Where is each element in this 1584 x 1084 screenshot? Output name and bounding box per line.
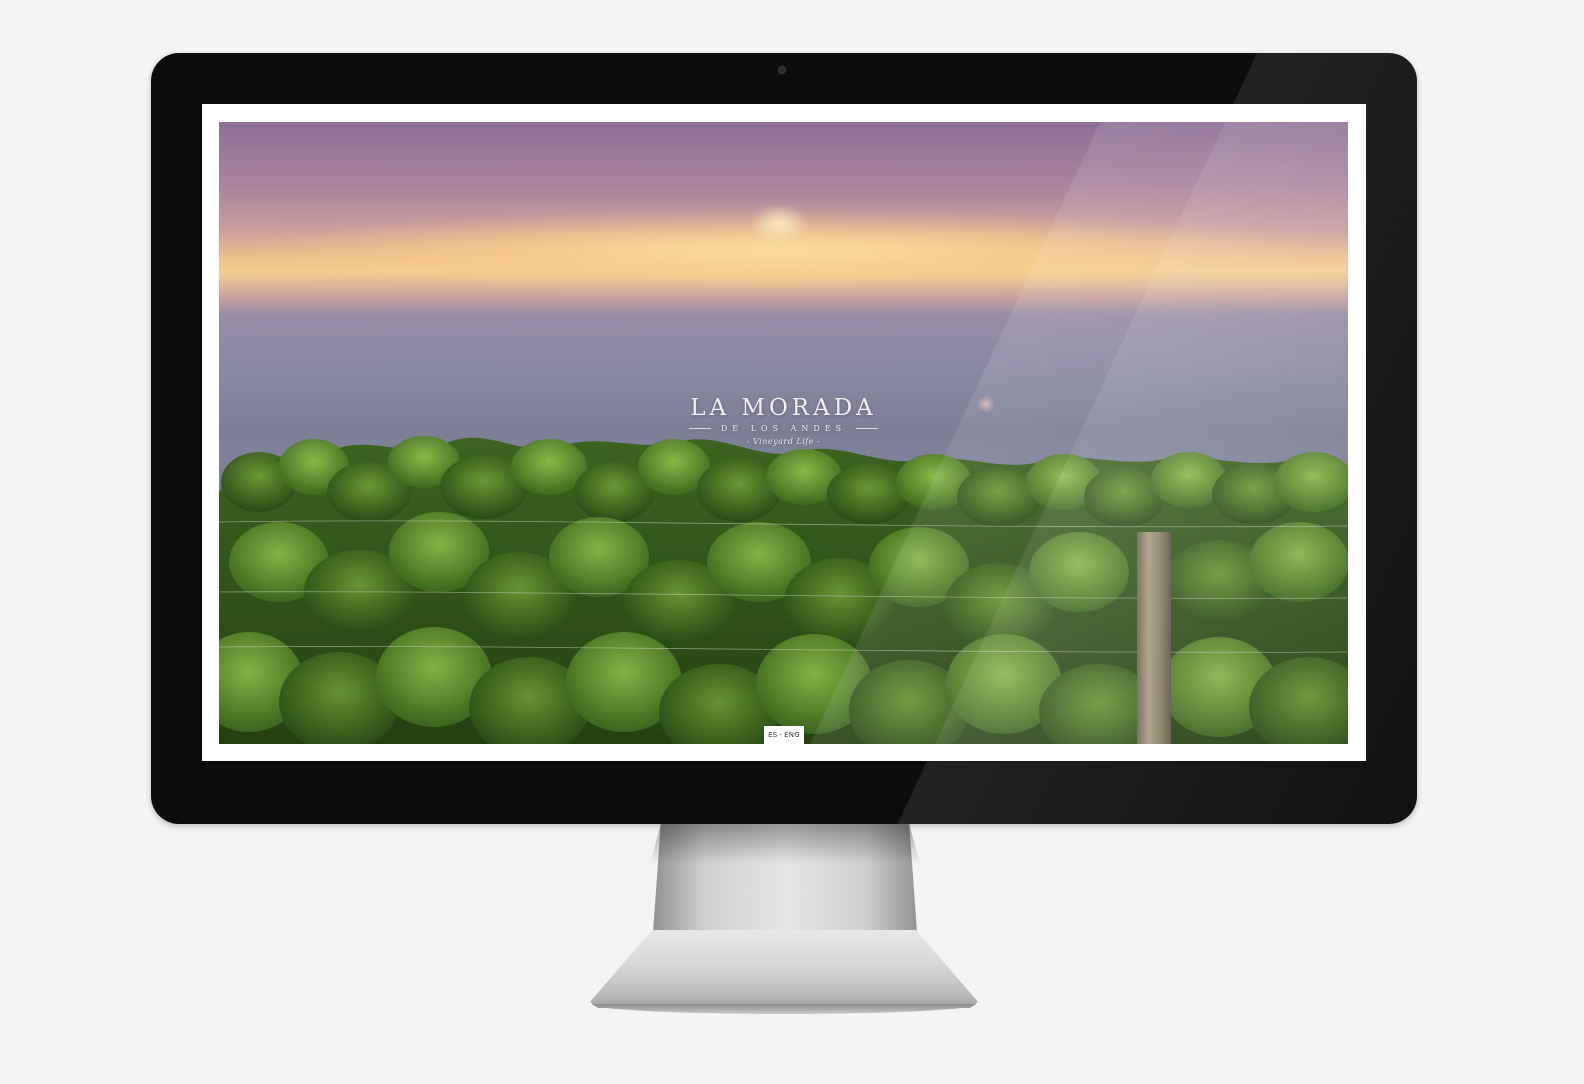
site-logo[interactable]: LA MORADA DE LOS ANDES - Vineyard Life - bbox=[219, 394, 1348, 446]
monitor-screen: LA MORADA DE LOS ANDES - Vineyard Life -… bbox=[202, 104, 1366, 761]
monitor-stand-base-edge bbox=[592, 1004, 976, 1014]
monitor-bezel: LA MORADA DE LOS ANDES - Vineyard Life -… bbox=[151, 53, 1417, 824]
monitor-stand-shadow bbox=[650, 824, 920, 864]
camera-dot-icon bbox=[778, 66, 786, 74]
logo-title: LA MORADA bbox=[690, 395, 877, 421]
language-option-es[interactable]: ES bbox=[768, 731, 777, 739]
logo-subtitle: DE LOS ANDES bbox=[720, 424, 847, 433]
vineyard-foliage bbox=[219, 436, 1348, 744]
language-option-eng[interactable]: ENG bbox=[784, 731, 800, 739]
website-viewport: LA MORADA DE LOS ANDES - Vineyard Life -… bbox=[219, 122, 1348, 744]
vineyard-post bbox=[1137, 532, 1171, 744]
logo-subtitle-row: DE LOS ANDES bbox=[219, 424, 1348, 433]
logo-rule-right bbox=[856, 428, 879, 429]
product-mockup: LA MORADA DE LOS ANDES - Vineyard Life -… bbox=[0, 0, 1584, 1084]
language-switcher: ES - ENG bbox=[764, 726, 804, 744]
logo-rule-left bbox=[688, 428, 711, 429]
sun-flare bbox=[749, 204, 809, 244]
logo-tagline: - Vineyard Life - bbox=[746, 437, 821, 446]
monitor-stand-base bbox=[590, 930, 978, 1008]
language-separator: - bbox=[779, 731, 783, 739]
